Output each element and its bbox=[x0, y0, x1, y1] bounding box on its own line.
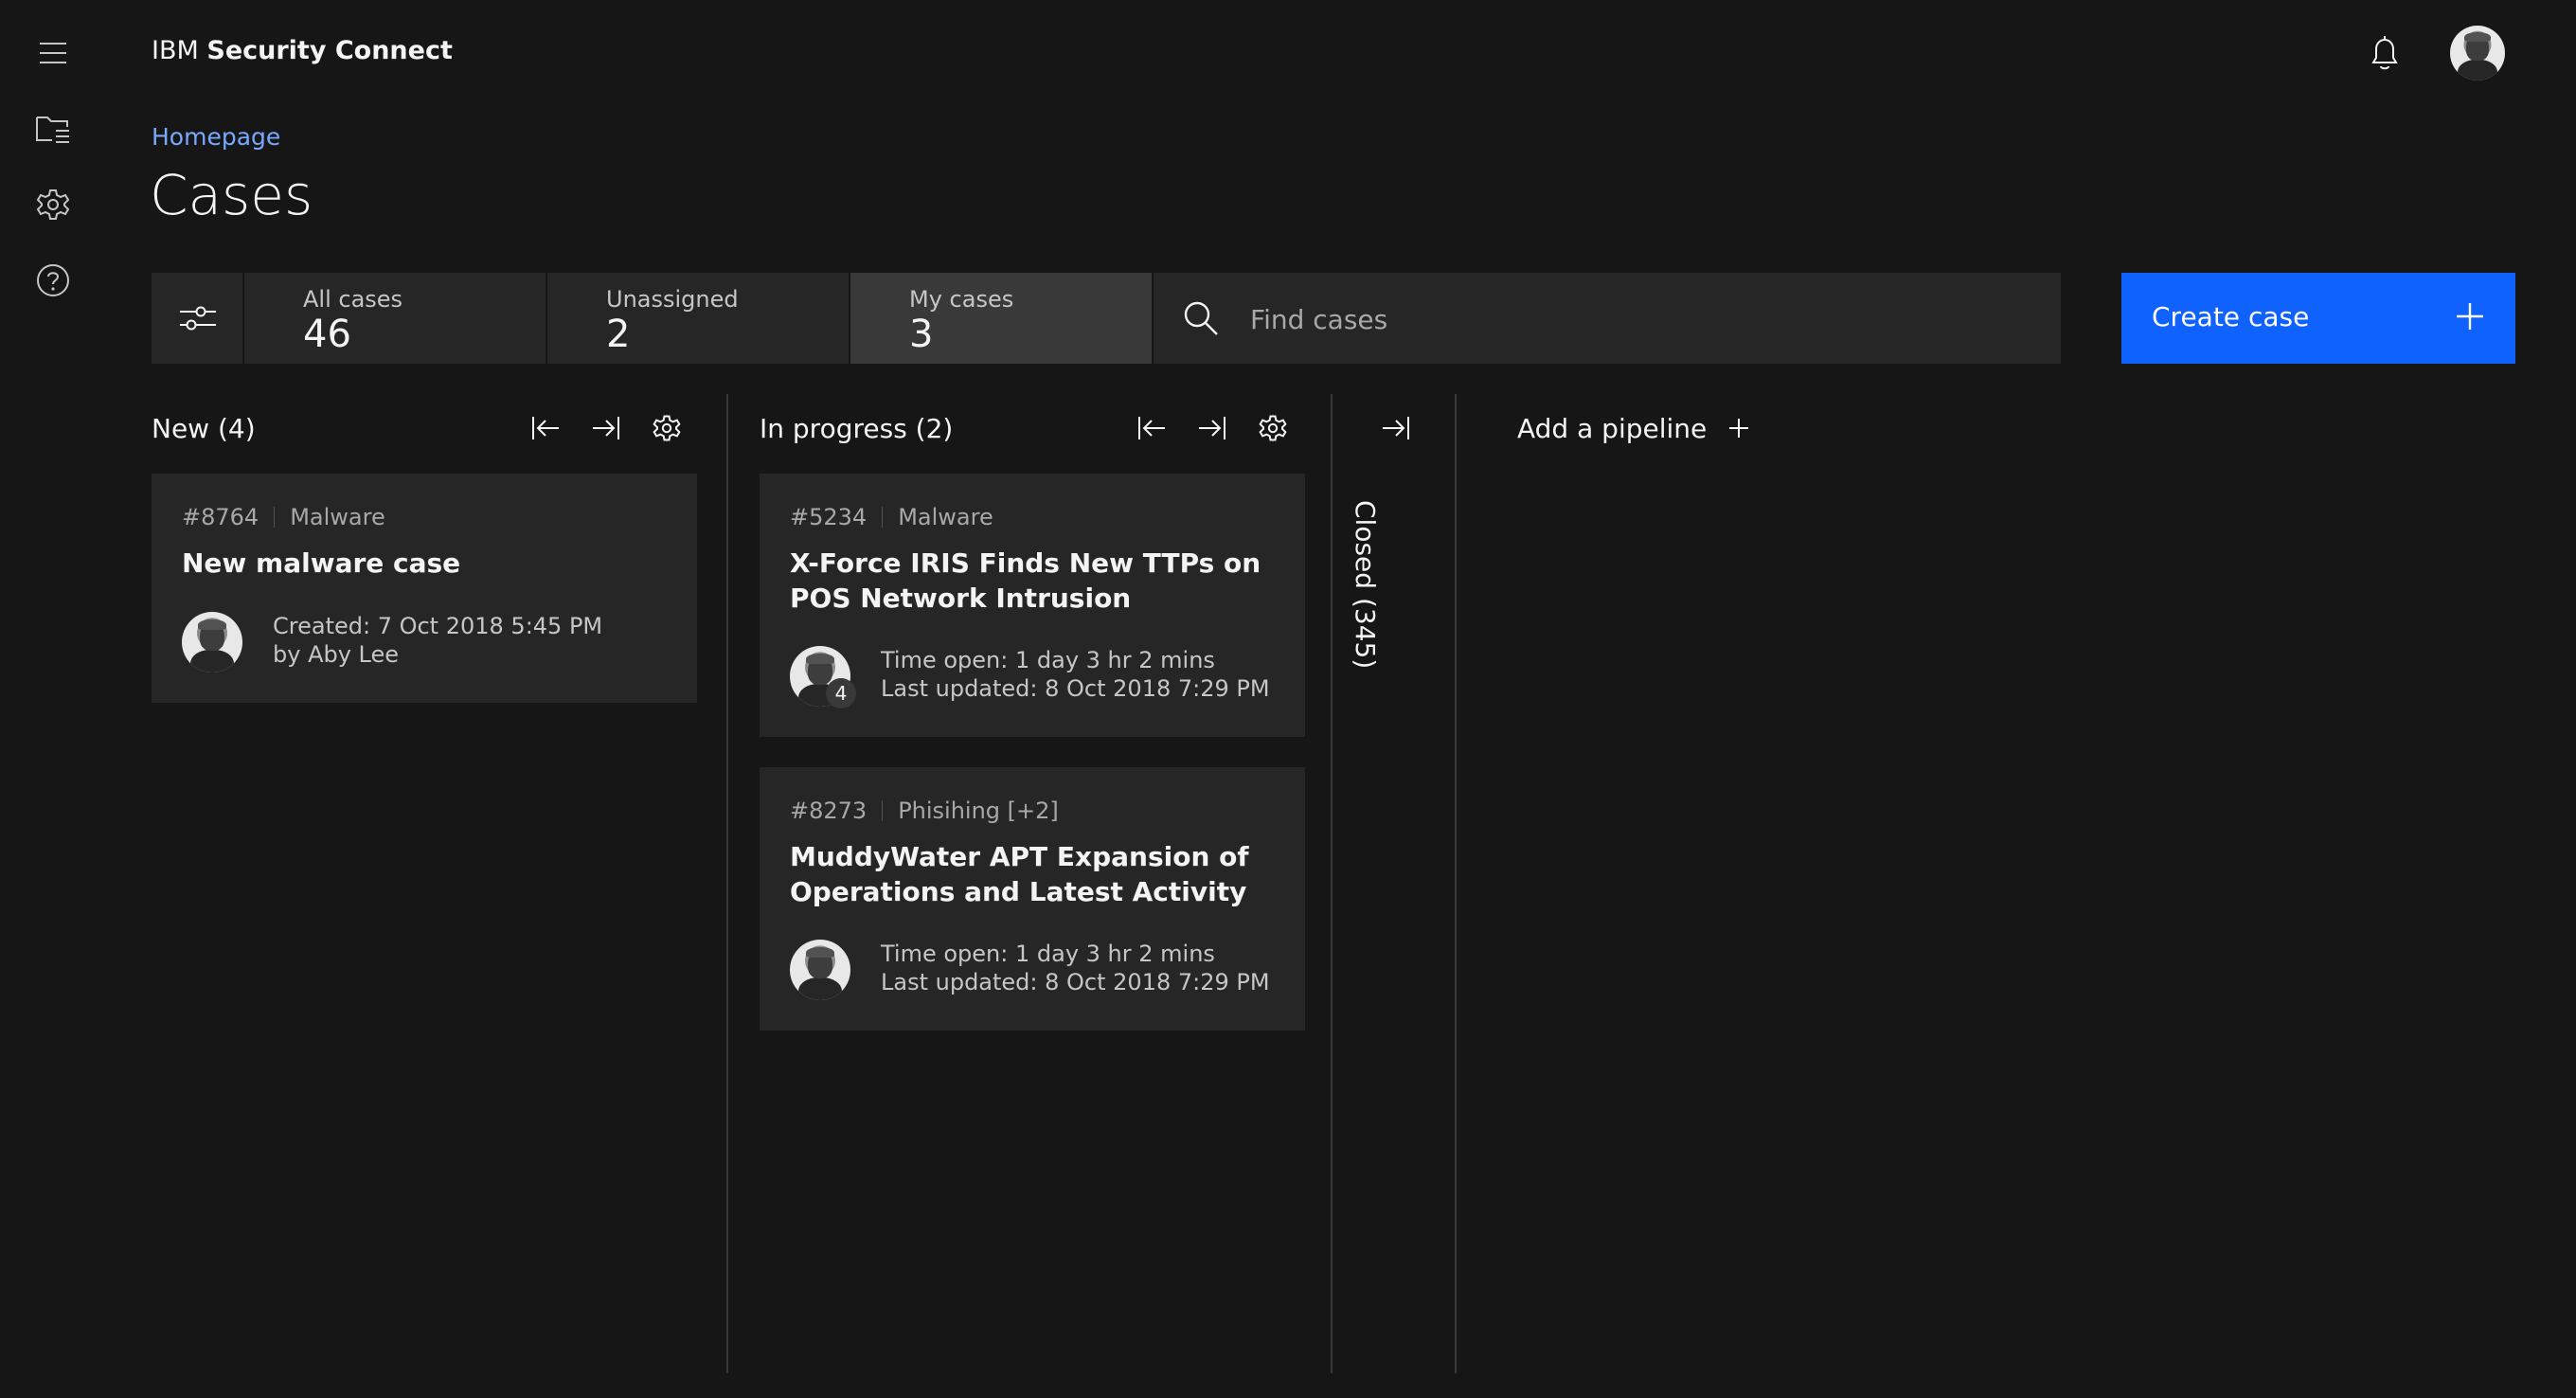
case-id: #5234 bbox=[790, 504, 868, 530]
add-pipeline-button[interactable] bbox=[1718, 407, 1760, 449]
case-created: Created: 7 Oct 2018 5:45 PM bbox=[273, 613, 603, 639]
menu-button[interactable] bbox=[27, 27, 80, 80]
search-icon bbox=[1182, 299, 1220, 337]
plus-icon bbox=[1729, 419, 1748, 438]
menu-icon bbox=[40, 43, 66, 63]
sliders-icon bbox=[180, 306, 216, 331]
tile-all-cases-count: 46 bbox=[303, 313, 351, 356]
column-new-title: New (4) bbox=[152, 413, 256, 444]
case-meta: #5234 Malware bbox=[790, 504, 993, 530]
cases-nav-button[interactable] bbox=[27, 102, 80, 155]
breadcrumb-homepage[interactable]: Homepage bbox=[152, 123, 280, 151]
tile-my-cases[interactable]: My cases 3 bbox=[850, 273, 1152, 364]
settings-icon bbox=[1259, 415, 1287, 441]
tile-unassigned-label: Unassigned bbox=[606, 286, 739, 313]
collapse-right-icon bbox=[593, 417, 619, 439]
create-case-button[interactable]: Create case bbox=[2121, 273, 2515, 364]
case-id: #8764 bbox=[182, 504, 259, 530]
case-category: Malware bbox=[898, 504, 993, 530]
notifications-button[interactable] bbox=[2354, 23, 2415, 83]
column-in-progress-settings[interactable] bbox=[1252, 407, 1294, 449]
column-in-progress-collapse-right[interactable] bbox=[1191, 407, 1233, 449]
column-closed-expand[interactable] bbox=[1375, 407, 1417, 449]
app-title-prefix: IBM bbox=[152, 36, 199, 65]
help-nav-button[interactable] bbox=[27, 254, 80, 307]
collapse-left-icon bbox=[1138, 417, 1165, 439]
case-last-updated: Last updated: 8 Oct 2018 7:29 PM bbox=[881, 969, 1270, 995]
settings-icon bbox=[36, 189, 70, 220]
case-card[interactable]: #8273 Phisihing [+2] MuddyWater APT Expan… bbox=[760, 767, 1305, 1031]
column-new-settings[interactable] bbox=[646, 407, 688, 449]
tile-my-cases-label: My cases bbox=[909, 286, 1014, 313]
column-divider bbox=[1455, 394, 1457, 1373]
case-meta: #8764 Malware bbox=[182, 504, 385, 530]
bell-icon bbox=[2371, 36, 2398, 70]
case-category: Phisihing [+2] bbox=[898, 798, 1059, 824]
user-profile-button[interactable] bbox=[2447, 23, 2508, 83]
tile-all-cases-label: All cases bbox=[303, 286, 403, 313]
assignee-avatar bbox=[790, 940, 850, 1000]
case-last-updated: Last updated: 8 Oct 2018 7:29 PM bbox=[881, 675, 1270, 702]
filter-button[interactable] bbox=[152, 273, 242, 364]
create-case-label: Create case bbox=[2152, 301, 2310, 332]
case-card[interactable]: #5234 Malware X-Force IRIS Finds New TTPs… bbox=[760, 474, 1305, 737]
tile-my-cases-count: 3 bbox=[909, 313, 934, 356]
column-new-collapse-left[interactable] bbox=[525, 407, 566, 449]
tile-all-cases[interactable]: All cases 46 bbox=[244, 273, 546, 364]
add-pipeline-link[interactable]: Add a pipeline bbox=[1517, 413, 1707, 444]
plus-icon bbox=[2455, 301, 2485, 332]
app-title: IBM Security Connect bbox=[152, 36, 453, 65]
assignee-avatar bbox=[182, 612, 242, 672]
settings-icon bbox=[653, 415, 681, 441]
column-in-progress-title: In progress (2) bbox=[760, 413, 954, 444]
folder-list-icon bbox=[36, 116, 69, 143]
tile-unassigned[interactable]: Unassigned 2 bbox=[547, 273, 849, 364]
column-closed-title[interactable]: Closed (345) bbox=[1350, 500, 1381, 669]
settings-nav-button[interactable] bbox=[27, 178, 80, 231]
help-icon bbox=[37, 264, 69, 296]
app-title-name: Security Connect bbox=[206, 36, 453, 65]
column-divider bbox=[1331, 394, 1333, 1373]
search-input[interactable] bbox=[1248, 273, 2029, 366]
column-divider bbox=[726, 394, 728, 1373]
case-id: #8273 bbox=[790, 798, 868, 824]
case-card[interactable]: #8764 Malware New malware case Created: 7… bbox=[152, 474, 697, 703]
collapse-left-icon bbox=[532, 417, 559, 439]
case-info: Time open: 1 day 3 hr 2 mins Last update… bbox=[881, 646, 1270, 703]
case-meta: #8273 Phisihing [+2] bbox=[790, 798, 1059, 824]
collapse-right-icon bbox=[1199, 417, 1225, 439]
case-time-open: Time open: 1 day 3 hr 2 mins bbox=[881, 941, 1215, 967]
user-avatar bbox=[2450, 26, 2505, 81]
expand-right-icon bbox=[1383, 417, 1409, 439]
column-new-collapse-right[interactable] bbox=[585, 407, 627, 449]
case-time-open: Time open: 1 day 3 hr 2 mins bbox=[881, 647, 1215, 673]
search-bar bbox=[1154, 273, 2061, 366]
tile-unassigned-count: 2 bbox=[606, 313, 631, 356]
column-in-progress-collapse-left[interactable] bbox=[1131, 407, 1172, 449]
case-title: New malware case bbox=[182, 547, 461, 579]
case-info: Time open: 1 day 3 hr 2 mins Last update… bbox=[881, 940, 1270, 996]
case-title: MuddyWater APT Expansion of Operations a… bbox=[790, 841, 1249, 907]
assignee-count-badge: 4 bbox=[826, 678, 856, 708]
case-info: Created: 7 Oct 2018 5:45 PM by Aby Lee bbox=[273, 612, 602, 669]
case-category: Malware bbox=[290, 504, 385, 530]
case-title: X-Force IRIS Finds New TTPs on POS Netwo… bbox=[790, 547, 1261, 614]
case-author: by Aby Lee bbox=[273, 641, 400, 668]
page-title: Cases bbox=[150, 163, 313, 227]
